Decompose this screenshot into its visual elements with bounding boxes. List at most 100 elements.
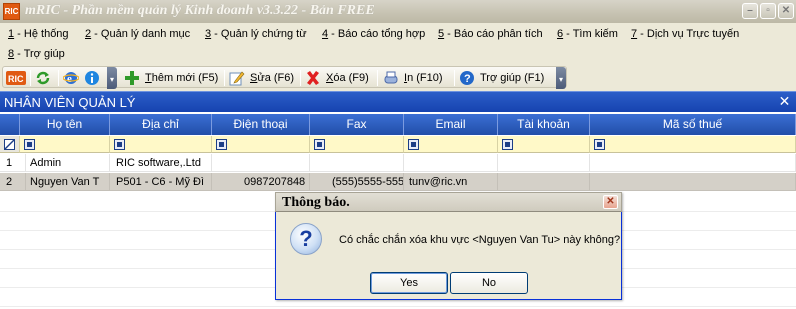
delete-button[interactable]: Xóa (F9) — [305, 69, 369, 87]
cell-tax-code[interactable] — [590, 173, 796, 191]
cell-fax[interactable] — [310, 154, 404, 172]
dialog-message: Có chắc chắn xóa khu vực <Nguyen Van Tu>… — [339, 234, 621, 246]
cell-fax[interactable]: (555)5555-555 — [310, 173, 404, 191]
column-header-phone[interactable]: Điện thoại — [212, 114, 310, 135]
close-button[interactable]: ✕ — [778, 3, 794, 19]
filter-operator-icon[interactable] — [24, 139, 35, 150]
menu-he-thong[interactable]: 1 - Hệ thống — [8, 28, 69, 40]
print-label: In (F10) — [404, 72, 443, 84]
cell-account[interactable] — [498, 173, 590, 191]
filter-operator-icon[interactable] — [408, 139, 419, 150]
app-logo: RIC — [3, 3, 20, 20]
dialog-close-button[interactable]: ✕ — [603, 195, 618, 209]
row-indicator-header — [0, 114, 20, 135]
add-new-label: Thêm mới (F5) — [145, 72, 219, 84]
filter-operator-icon[interactable] — [314, 139, 325, 150]
ric-logo-icon: RIC — [6, 69, 26, 87]
filter-clear-icon — [4, 139, 15, 150]
filter-fax[interactable] — [310, 136, 404, 153]
maximize-button[interactable]: ▫ — [760, 3, 776, 19]
plus-icon — [124, 70, 140, 86]
info-icon[interactable] — [84, 69, 100, 87]
edit-label: Sửa (F6) — [250, 72, 295, 84]
panel-close-button[interactable]: ✕ — [776, 94, 793, 110]
refresh-icon[interactable] — [35, 69, 51, 87]
dialog-title: Thông báo. — [282, 195, 350, 210]
question-icon: ? — [290, 223, 322, 255]
add-new-button[interactable]: Thêm mới (F5) — [124, 69, 218, 87]
confirm-dialog: Thông báo. ✕ ? Có chắc chắn xóa khu vực … — [275, 192, 622, 300]
menu-bar: 1 - Hệ thống 2 - Quản lý danh mục 3 - Qu… — [0, 23, 796, 64]
filter-operator-icon[interactable] — [114, 139, 125, 150]
filter-account[interactable] — [498, 136, 590, 153]
toolbar-end-handle[interactable]: ▾ — [556, 67, 566, 89]
filter-phone[interactable] — [212, 136, 310, 153]
filter-email[interactable] — [404, 136, 498, 153]
toolbar-overflow-handle[interactable]: ▾ — [107, 67, 117, 89]
filter-operator-icon[interactable] — [216, 139, 227, 150]
filter-toggle[interactable] — [0, 136, 20, 153]
cell-phone[interactable] — [212, 154, 310, 172]
cell-email[interactable]: tunv@ric.vn — [404, 173, 498, 191]
filter-address[interactable] — [110, 136, 212, 153]
cell-account[interactable] — [498, 154, 590, 172]
yes-button[interactable]: Yes — [370, 272, 448, 294]
toolbar-separator — [224, 70, 225, 86]
filter-operator-icon[interactable] — [594, 139, 605, 150]
dialog-title-bar[interactable]: Thông báo. ✕ — [275, 192, 622, 212]
column-header-name[interactable]: Họ tên — [20, 114, 110, 135]
toolbar-separator — [30, 70, 31, 86]
help-button[interactable]: ? Trợ giúp (F1) — [459, 69, 544, 87]
cell-phone[interactable]: 0987207848 — [212, 173, 310, 191]
delete-label: Xóa (F9) — [326, 72, 369, 84]
toolbar-separator — [377, 70, 378, 86]
toolbar-separator — [454, 70, 455, 86]
internet-explorer-icon[interactable]: e — [63, 69, 79, 87]
menu-quan-ly-chung-tu[interactable]: 3 - Quản lý chứng từ — [205, 28, 307, 40]
edit-pencil-icon — [229, 70, 245, 86]
help-icon: ? — [459, 70, 475, 86]
grid-line — [0, 306, 796, 307]
cell-tax-code[interactable] — [590, 154, 796, 172]
no-button[interactable]: No — [450, 272, 528, 294]
table-row-selected[interactable]: 2 Nguyen Van T P501 - C6 - Mỹ Đì 0987207… — [0, 173, 796, 191]
row-number: 1 — [0, 154, 26, 172]
menu-bao-cao-tong-hop[interactable]: 4 - Báo cáo tổng hợp — [322, 28, 425, 40]
cell-email[interactable] — [404, 154, 498, 172]
column-header-tax-code[interactable]: Mã số thuế — [590, 114, 796, 135]
column-header-fax[interactable]: Fax — [310, 114, 404, 135]
toolbar-separator — [58, 70, 59, 86]
cell-address[interactable]: P501 - C6 - Mỹ Đì — [110, 173, 212, 191]
row-number: 2 — [0, 173, 26, 191]
title-bar[interactable]: RIC mRIC - Phần mềm quản lý Kinh doanh v… — [0, 0, 796, 23]
toolbar-separator — [300, 70, 301, 86]
delete-x-icon — [305, 70, 321, 86]
filter-name[interactable] — [20, 136, 110, 153]
cell-name[interactable]: Admin — [26, 154, 110, 172]
cell-address[interactable]: RIC software,.Ltd — [110, 154, 212, 172]
minimize-button[interactable]: – — [742, 3, 758, 19]
panel-header: NHÂN VIÊN QUẢN LÝ ✕ — [0, 91, 796, 112]
menu-bao-cao-phan-tich[interactable]: 5 - Báo cáo phân tích — [438, 28, 543, 40]
filter-operator-icon[interactable] — [502, 139, 513, 150]
cell-name[interactable]: Nguyen Van T — [26, 173, 110, 191]
menu-tim-kiem[interactable]: 6 - Tìm kiếm — [557, 28, 618, 40]
app-window: RIC mRIC - Phần mềm quản lý Kinh doanh v… — [0, 0, 796, 309]
table-row[interactable]: 1 Admin RIC software,.Ltd — [0, 154, 796, 172]
svg-text:RIC: RIC — [8, 74, 24, 84]
menu-quan-ly-danh-muc[interactable]: 2 - Quản lý danh mục — [85, 28, 190, 40]
svg-text:?: ? — [464, 73, 471, 85]
column-header-email[interactable]: Email — [404, 114, 498, 135]
column-header-address[interactable]: Địa chỉ — [110, 114, 212, 135]
menu-dich-vu-truc-tuyen[interactable]: 7 - Dịch vụ Trực tuyến — [631, 28, 739, 40]
edit-button[interactable]: Sửa (F6) — [229, 69, 294, 87]
help-label: Trợ giúp (F1) — [480, 72, 545, 84]
filter-tax-code[interactable] — [590, 136, 796, 153]
toolbar: RIC e ▾ Thêm mới (F5) Sửa (F6) Xóa (F9) — [2, 66, 567, 89]
column-header-account[interactable]: Tài khoản — [498, 114, 590, 135]
printer-icon — [383, 70, 399, 86]
window-title: mRIC - Phần mềm quản lý Kinh doanh v3.3.… — [25, 3, 375, 18]
menu-tro-giup[interactable]: 8 - Trợ giúp — [8, 48, 65, 60]
panel-title: NHÂN VIÊN QUẢN LÝ — [4, 95, 136, 110]
print-button[interactable]: In (F10) — [383, 69, 443, 87]
